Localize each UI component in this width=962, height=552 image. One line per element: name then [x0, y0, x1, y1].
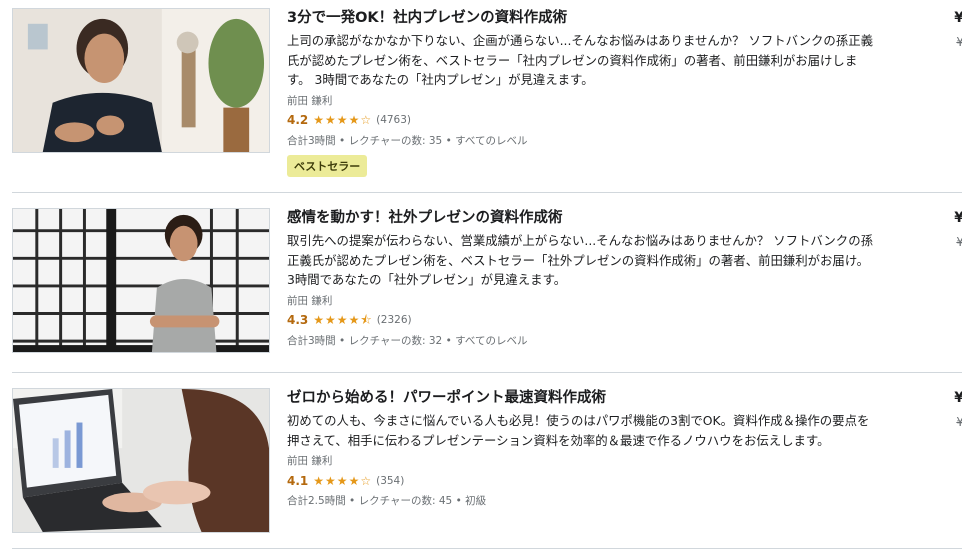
- original-price: ¥: [956, 35, 962, 49]
- total-hours: 合計3時間: [287, 334, 336, 347]
- divider: [12, 372, 962, 373]
- star-full-icon: ★: [325, 313, 336, 327]
- original-price: ¥: [956, 415, 962, 429]
- course-title[interactable]: ゼロから始める！パワーポイント最速資料作成術: [287, 388, 887, 408]
- star-full-icon: ★: [325, 113, 336, 127]
- total-hours: 合計2.5時間: [287, 495, 346, 507]
- meta-separator: •: [349, 495, 356, 507]
- rating-value: 4.1: [287, 473, 309, 488]
- rating-row: 4.1 ★ ★ ★ ★ ☆ (354): [287, 471, 887, 490]
- lecture-count: レクチャーの数: 32: [348, 334, 443, 347]
- star-full-icon: ★: [348, 473, 360, 488]
- star-full-icon: ★: [336, 473, 348, 488]
- review-count: (4763): [376, 114, 412, 126]
- star-full-icon: ★: [336, 113, 348, 127]
- star-empty-icon: ☆: [360, 473, 372, 488]
- price-block: ¥ ¥: [950, 208, 962, 252]
- star-full-icon: ★: [336, 313, 348, 327]
- course-meta: 合計3時間 • レクチャーの数: 32 • すべてのレベル: [287, 333, 887, 349]
- star-full-icon: ★: [313, 473, 325, 488]
- price-block: ¥ ¥: [950, 8, 962, 52]
- course-thumbnail[interactable]: [12, 208, 270, 353]
- lecture-count: レクチャーの数: 35: [348, 134, 443, 147]
- star-full-icon: ★: [348, 113, 360, 127]
- course-level: すべてのレベル: [455, 334, 528, 347]
- divider: [12, 192, 962, 193]
- course-level: 初級: [465, 495, 487, 507]
- divider: [12, 548, 962, 549]
- price-block: ¥ ¥: [950, 388, 962, 432]
- meta-separator: •: [445, 334, 452, 347]
- current-price: ¥: [954, 210, 962, 226]
- meta-separator: •: [339, 334, 346, 347]
- star-half-icon: ⯪: [360, 313, 372, 327]
- bestseller-badge: ベストセラー: [287, 154, 368, 177]
- review-count: (2326): [376, 314, 412, 326]
- course-title[interactable]: 感情を動かす！社外プレゼンの資料作成術: [287, 208, 887, 228]
- star-empty-icon: ☆: [360, 113, 372, 127]
- course-description: 初めての人も、今まさに悩んでいる人も必見！使うのはパワポ機能の3割でOK。資料作…: [287, 413, 870, 448]
- course-thumbnail[interactable]: [12, 8, 270, 153]
- course-title[interactable]: 3分で一発OK！社内プレゼンの資料作成術: [287, 8, 887, 28]
- review-count: (354): [376, 474, 405, 487]
- course-author: 前田 鎌利: [287, 294, 333, 307]
- course-level: すべてのレベル: [455, 134, 528, 147]
- original-price: ¥: [956, 235, 962, 249]
- course-author: 前田 鎌利: [287, 94, 333, 107]
- course-author: 前田 鎌利: [287, 455, 333, 467]
- meta-separator: •: [339, 134, 346, 147]
- current-price: ¥: [954, 10, 962, 26]
- star-rating: ★ ★ ★ ★ ☆: [313, 475, 371, 487]
- course-description: 取引先への提案が伝わらない、営業成績が上がらない...そんなお悩みはありませんか…: [287, 233, 873, 287]
- course-meta: 合計2.5時間 • レクチャーの数: 45 • 初級: [287, 493, 887, 509]
- course-thumbnail[interactable]: [12, 388, 270, 533]
- star-full-icon: ★: [313, 113, 325, 127]
- star-full-icon: ★: [313, 313, 325, 327]
- meta-separator: •: [445, 134, 452, 147]
- star-full-icon: ★: [325, 473, 336, 488]
- rating-value: 4.2: [287, 113, 309, 127]
- rating-row: 4.3 ★ ★ ★ ★ ⯪ (2326): [287, 311, 887, 330]
- meta-separator: •: [455, 495, 462, 507]
- star-rating: ★ ★ ★ ★ ☆: [313, 114, 371, 126]
- rating-value: 4.3: [287, 313, 309, 327]
- current-price: ¥: [954, 390, 962, 406]
- total-hours: 合計3時間: [287, 134, 336, 147]
- star-full-icon: ★: [348, 313, 360, 327]
- course-description: 上司の承認がなかなか下りない、企画が通らない...そんなお悩みはありませんか？ …: [287, 33, 873, 87]
- course-meta: 合計3時間 • レクチャーの数: 35 • すべてのレベル: [287, 133, 887, 149]
- rating-row: 4.2 ★ ★ ★ ★ ☆ (4763): [287, 111, 887, 130]
- lecture-count: レクチャーの数: 45: [358, 495, 453, 507]
- star-rating: ★ ★ ★ ★ ⯪: [313, 314, 371, 326]
